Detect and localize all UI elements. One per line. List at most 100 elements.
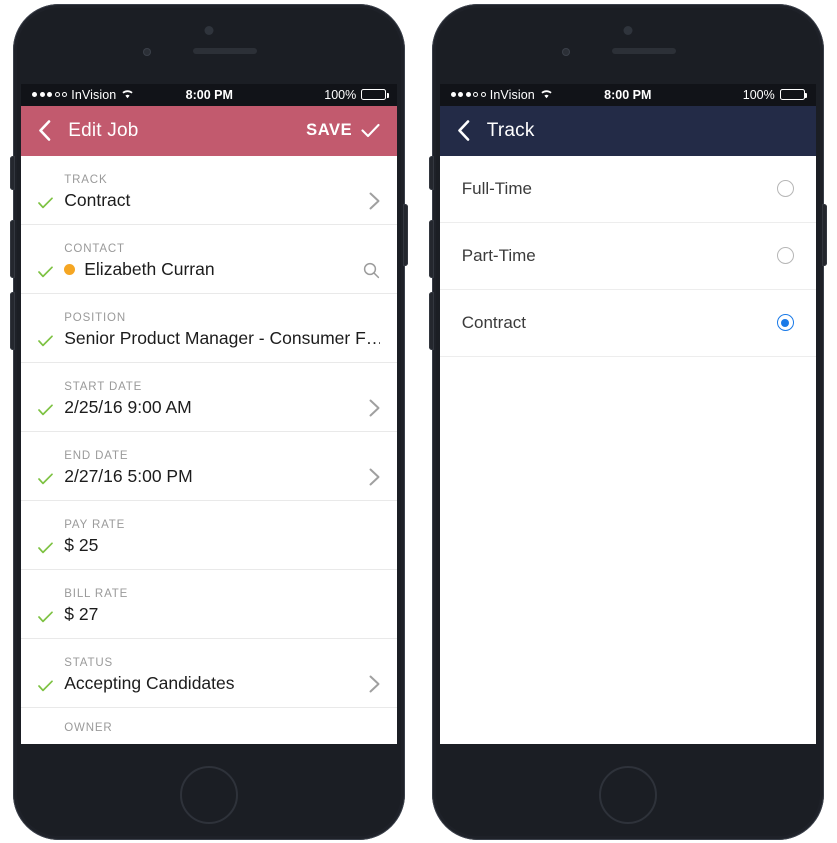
chevron-right-icon[interactable] xyxy=(369,192,380,210)
screenshot-stage: InVision 8:00 PM 100% Edit Job SAVE TRAC… xyxy=(0,0,837,843)
check-icon xyxy=(38,196,54,209)
field-label: PAY RATE xyxy=(64,518,126,531)
chevron-left-icon xyxy=(457,120,470,141)
option-row-contract[interactable]: Contract xyxy=(439,290,816,357)
field-value: 2/27/16 5:00 PM xyxy=(64,465,193,486)
field-value: $ 27 xyxy=(64,603,99,624)
left-status-bar: InVision 8:00 PM 100% xyxy=(21,83,398,106)
form-row-status[interactable]: STATUS Accepting Candidates xyxy=(21,639,398,708)
volume-down-button[interactable] xyxy=(10,291,16,350)
field-value-wrap: Elizabeth Curran xyxy=(64,259,380,280)
field-value: 2/25/16 9:00 AM xyxy=(64,396,192,417)
check-icon xyxy=(38,679,54,692)
form-row-track[interactable]: TRACK Contract xyxy=(21,156,398,225)
field-value: $ 25 xyxy=(64,534,99,555)
form-row-body: END DATE 2/27/16 5:00 PM xyxy=(64,450,380,487)
option-label: Contract xyxy=(461,312,526,332)
status-bar-left: InVision xyxy=(32,88,134,102)
proximity-sensor xyxy=(561,47,570,56)
check-icon xyxy=(38,403,54,416)
form-row-body: START DATE 2/25/16 9:00 AM xyxy=(64,381,380,418)
field-value: Accepting Candidates xyxy=(64,672,235,693)
mute-switch[interactable] xyxy=(10,155,16,190)
volume-up-button[interactable] xyxy=(428,219,434,278)
form-row-contact[interactable]: CONTACT Elizabeth Curran xyxy=(21,225,398,294)
left-device: InVision 8:00 PM 100% Edit Job SAVE TRAC… xyxy=(10,3,409,840)
left-screen: InVision 8:00 PM 100% Edit Job SAVE TRAC… xyxy=(21,83,398,744)
search-icon[interactable] xyxy=(363,262,380,279)
status-bar-right: 100% xyxy=(743,88,808,102)
check-icon xyxy=(38,265,54,278)
field-label: OWNER xyxy=(64,721,113,734)
field-label: CONTACT xyxy=(64,242,125,255)
form-row-end-date[interactable]: END DATE 2/27/16 5:00 PM xyxy=(21,432,398,501)
radio-button-selected[interactable] xyxy=(776,314,794,331)
field-value: Senior Product Manager - Consumer F… xyxy=(64,327,381,348)
left-nav-bar: Edit Job SAVE xyxy=(21,105,398,156)
right-status-bar: InVision 8:00 PM 100% xyxy=(439,83,816,106)
option-label: Full-Time xyxy=(461,178,532,198)
field-label: START DATE xyxy=(64,380,143,393)
right-screen: InVision 8:00 PM 100% Track Full-Time Pa… xyxy=(439,83,816,744)
field-value: Elizabeth Curran xyxy=(84,258,215,279)
right-phone-slot: InVision 8:00 PM 100% Track Full-Time Pa… xyxy=(418,0,837,843)
carrier-label: InVision xyxy=(71,87,117,102)
carrier-label: InVision xyxy=(489,87,535,102)
form-row-start-date[interactable]: START DATE 2/25/16 9:00 AM xyxy=(21,363,398,432)
home-button[interactable] xyxy=(598,765,657,824)
mute-switch[interactable] xyxy=(428,155,434,190)
check-icon xyxy=(38,334,54,347)
volume-up-button[interactable] xyxy=(10,219,16,278)
battery-icon xyxy=(361,89,389,100)
back-button[interactable] xyxy=(457,116,479,146)
track-option-list: Full-Time Part-Time Contract xyxy=(439,155,816,357)
battery-icon xyxy=(779,89,808,100)
signal-strength-icon xyxy=(450,92,486,97)
form-row-body: OWNER xyxy=(64,722,380,738)
page-title: Track xyxy=(486,119,535,141)
contact-status-dot xyxy=(64,263,76,275)
chevron-right-icon[interactable] xyxy=(369,468,380,486)
wifi-icon xyxy=(540,88,553,102)
field-label: BILL RATE xyxy=(64,587,129,600)
form-row-body: TRACK Contract xyxy=(64,174,380,211)
right-device: InVision 8:00 PM 100% Track Full-Time Pa… xyxy=(428,3,827,840)
page-title: Edit Job xyxy=(68,119,139,141)
field-label: POSITION xyxy=(64,311,127,324)
volume-down-button[interactable] xyxy=(428,291,434,350)
front-camera xyxy=(623,25,633,35)
check-icon xyxy=(361,123,380,138)
earpiece-speaker xyxy=(611,47,676,54)
form-row-position[interactable]: POSITION Senior Product Manager - Consum… xyxy=(21,294,398,363)
field-value: Contract xyxy=(64,189,131,210)
radio-button[interactable] xyxy=(776,247,794,264)
form-row-bill-rate[interactable]: BILL RATE $ 27 xyxy=(21,570,398,639)
chevron-left-icon xyxy=(39,120,51,141)
form-row-body: STATUS Accepting Candidates xyxy=(64,657,380,694)
save-button[interactable]: SAVE xyxy=(306,121,380,140)
front-camera xyxy=(204,25,214,35)
back-button[interactable] xyxy=(38,116,60,146)
chevron-right-icon[interactable] xyxy=(369,675,380,693)
option-label: Part-Time xyxy=(461,245,536,265)
left-phone-slot: InVision 8:00 PM 100% Edit Job SAVE TRAC… xyxy=(0,0,419,843)
earpiece-speaker xyxy=(193,47,258,54)
radio-button[interactable] xyxy=(776,180,794,197)
option-row-part-time[interactable]: Part-Time xyxy=(439,223,816,290)
home-button[interactable] xyxy=(180,765,239,824)
check-icon xyxy=(38,541,54,554)
battery-percent-label: 100% xyxy=(324,87,357,102)
status-bar-left: InVision xyxy=(450,87,553,102)
form-row-body: CONTACT Elizabeth Curran xyxy=(64,243,380,280)
form-row-pay-rate[interactable]: PAY RATE $ 25 xyxy=(21,501,398,570)
save-button-label: SAVE xyxy=(306,121,353,139)
power-button[interactable] xyxy=(403,203,409,266)
option-row-full-time[interactable]: Full-Time xyxy=(439,156,816,223)
check-icon xyxy=(38,472,54,485)
right-nav-bar: Track xyxy=(439,105,816,156)
power-button[interactable] xyxy=(821,203,827,266)
form-row-body: BILL RATE $ 27 xyxy=(64,588,380,625)
chevron-right-icon[interactable] xyxy=(369,399,380,417)
check-icon xyxy=(38,610,54,623)
form-row-owner[interactable]: OWNER xyxy=(21,708,397,744)
